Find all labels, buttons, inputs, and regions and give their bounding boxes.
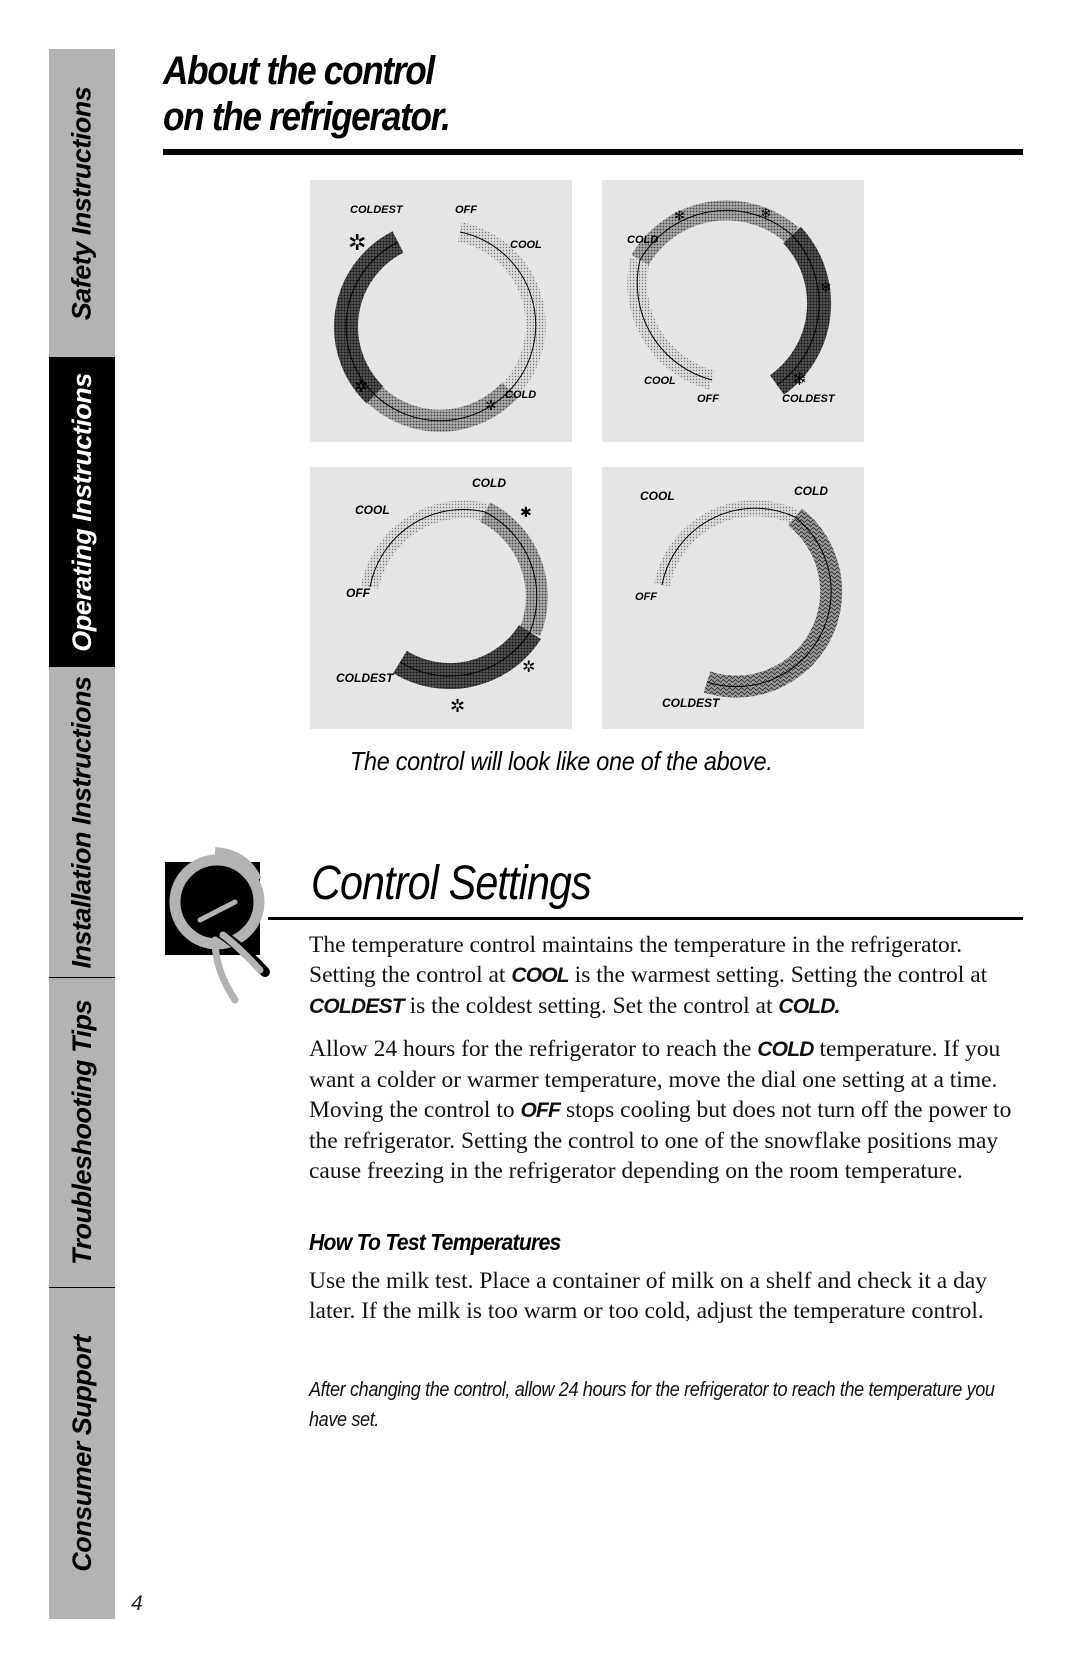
dial-label-cold: COLD	[505, 389, 536, 401]
snowflake-icon: ✲	[450, 696, 465, 716]
page-number: 4	[131, 1592, 143, 1615]
tab-safety-instructions[interactable]: Safety Instructions	[49, 49, 115, 357]
tab-label: Installation Instructions	[66, 675, 97, 969]
paragraph-allow-24-hours: Allow 24 hours for the refrigerator to r…	[309, 1036, 1012, 1184]
dial-illustration-1: COLDEST OFF COOL COLD ✲ ✲ ✲	[310, 180, 572, 442]
note-after-changing: After changing the control, allow 24 hou…	[309, 1378, 995, 1431]
dial-label-cool: COOL	[355, 503, 390, 517]
tab-label: Safety Instructions	[66, 86, 97, 320]
dial-label-off: OFF	[346, 586, 371, 600]
dial-label-off: OFF	[635, 591, 657, 603]
dial-label-cold: COLD	[794, 484, 828, 498]
snowflake-icon: ❄	[760, 205, 772, 221]
subheading-test-temperatures: How To Test Temperatures	[309, 1229, 561, 1255]
tab-label: Consumer Support	[66, 1335, 97, 1572]
dial-illustration-2: COLD COOL OFF COLDEST ✻ ❄ ❄ ❄	[602, 180, 864, 442]
tab-consumer-support[interactable]: Consumer Support	[49, 1288, 115, 1619]
page-title: About the control on the refrigerator.	[163, 48, 451, 140]
tab-operating-instructions[interactable]: Operating Instructions	[49, 357, 115, 667]
dial-illustration-4: COOL COLD OFF COLDEST	[602, 467, 864, 729]
title-rule	[163, 149, 1023, 155]
snowflake-icon: ❄	[792, 369, 807, 389]
dial-label-cold: COLD	[627, 234, 658, 246]
dial-label-off: OFF	[697, 393, 719, 405]
snowflake-icon: ✲	[522, 659, 535, 676]
dial-label-cool: COOL	[640, 489, 675, 503]
keyword-cold: COLD	[757, 1038, 814, 1061]
snowflake-icon: ✻	[674, 208, 685, 223]
dial-label-coldest: COLDEST	[782, 393, 836, 405]
keyword-off: OFF	[520, 1099, 561, 1122]
snowflake-icon: ✲	[348, 230, 366, 255]
tab-label: Troubleshooting Tips	[66, 1000, 97, 1265]
dial-hand-icon	[165, 840, 295, 1005]
dial-label-off: OFF	[455, 204, 477, 216]
dial-arc-cold	[334, 231, 404, 404]
snowflake-icon: ❄	[820, 279, 832, 295]
dial-label-cool: COOL	[510, 239, 542, 251]
snowflake-icon: ✲	[485, 397, 497, 413]
snowflake-icon: ✲	[354, 377, 368, 396]
dial-label-coldest: COLDEST	[350, 204, 404, 216]
keyword-coldest: COLDEST	[309, 995, 405, 1018]
dial-label-cool: COOL	[644, 375, 676, 387]
snowflake-icon: ✱	[520, 504, 532, 520]
tab-troubleshooting-tips[interactable]: Troubleshooting Tips	[49, 978, 115, 1287]
section-rule	[268, 917, 1023, 920]
dial-arc-warm	[457, 222, 546, 397]
dial-label-coldest: COLDEST	[336, 671, 395, 685]
dial-caption: The control will look like one of the ab…	[350, 746, 773, 776]
page-title-line: About the control	[163, 49, 435, 93]
dial-label-coldest: COLDEST	[662, 696, 721, 710]
page-title-line: on the refrigerator.	[163, 95, 451, 139]
dial-illustration-3: COLD COOL OFF COLDEST ✱ ✲ ✲	[310, 467, 572, 729]
tab-installation-instructions[interactable]: Installation Instructions	[49, 667, 115, 977]
section-title: Control Settings	[311, 857, 592, 910]
paragraph-milk-test: Use the milk test. Place a container of …	[309, 1268, 988, 1324]
dial-label-cold: COLD	[472, 476, 506, 490]
section-tabs-sidebar: Safety Instructions Operating Instructio…	[49, 49, 115, 1619]
keyword-cold: COLD.	[778, 995, 840, 1018]
paragraph-control-intro: The temperature control maintains the te…	[309, 932, 988, 1019]
tab-label: Operating Instructions	[66, 372, 97, 652]
keyword-cool: COOL	[511, 964, 569, 987]
